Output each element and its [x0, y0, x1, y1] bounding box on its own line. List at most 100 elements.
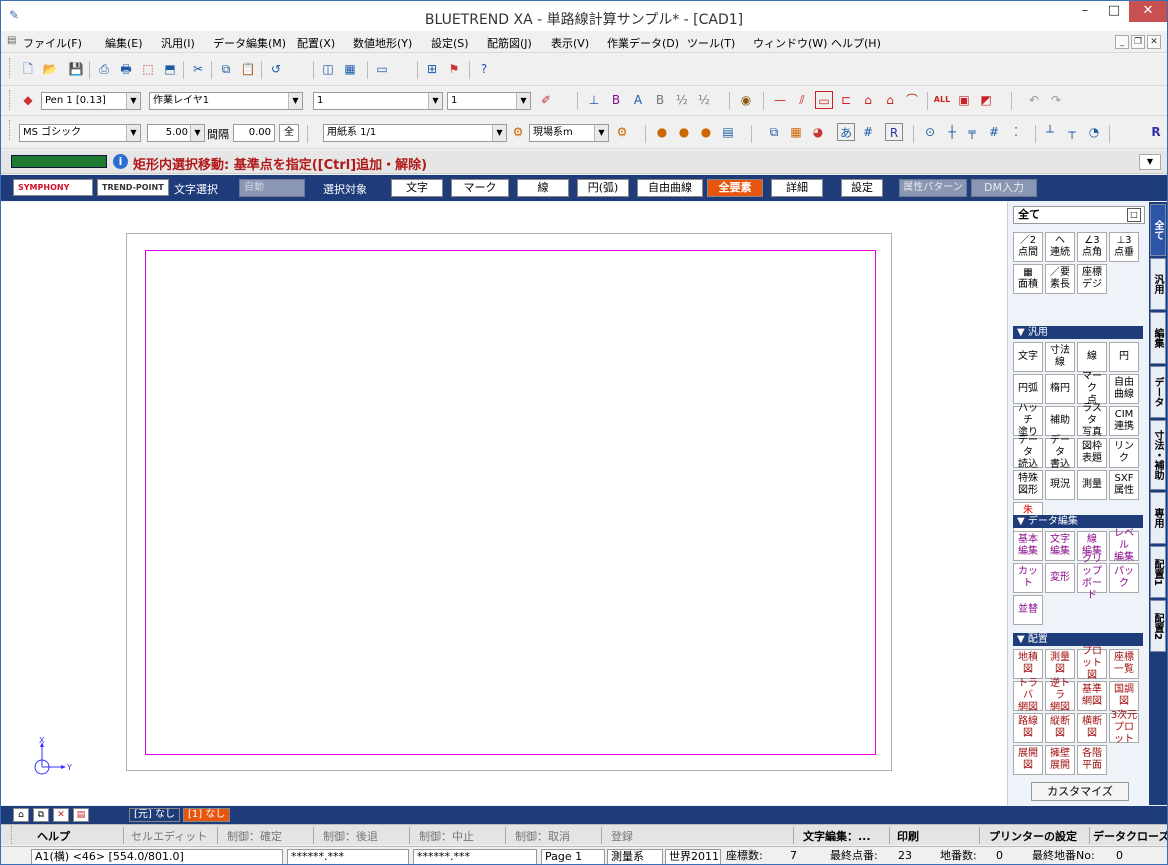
general_buttons-button-14[interactable]: 図枠 表題 — [1077, 438, 1107, 468]
general_buttons-button-8[interactable]: ハッチ 塗り — [1013, 403, 1043, 438]
fkey-confirm[interactable]: 制御：確定 — [227, 828, 282, 844]
fkey-printer-settings[interactable]: プリンターの設定 — [989, 828, 1077, 844]
mdi-minimize-button[interactable]: _ — [1115, 35, 1129, 49]
fkey-text-edit[interactable]: 文字編集：... — [803, 828, 871, 844]
place_buttons-button-9[interactable]: 縦断 図 — [1045, 713, 1075, 743]
font-b-icon[interactable]: B — [651, 91, 669, 109]
menu-help[interactable]: ヘルプ(H) — [831, 35, 881, 51]
snap-circle-icon[interactable]: ⊙ — [921, 123, 939, 141]
menu-tools[interactable]: ツール(T) — [687, 35, 735, 51]
calc-icon[interactable]: ⊞ — [423, 60, 441, 78]
r-icon[interactable]: R — [885, 123, 903, 141]
fkey-abort[interactable]: 制御：中止 — [419, 828, 474, 844]
menu-view[interactable]: 表示(V) — [551, 35, 589, 51]
top_buttons-button-1[interactable]: へ 連続 — [1045, 232, 1075, 262]
tab-all[interactable]: 全て — [1150, 204, 1166, 256]
target-line-button[interactable]: 線 — [517, 179, 569, 197]
hiragana-icon[interactable]: あ — [837, 123, 855, 141]
fkey-data-close[interactable]: データクローズ — [1093, 828, 1167, 844]
text-icon[interactable]: B — [607, 91, 625, 109]
general_buttons-button-15[interactable]: リンク — [1109, 438, 1139, 468]
home-icon[interactable]: ⌂ — [13, 808, 29, 822]
mdi-close-button[interactable]: ✕ — [1147, 35, 1161, 49]
toolbar-grip[interactable] — [9, 58, 12, 78]
drawing-canvas[interactable]: X Y — [1, 202, 1008, 805]
settings-button[interactable]: 設定 — [841, 179, 883, 197]
coord-settings-icon[interactable]: ⚙ — [613, 123, 631, 141]
general_buttons-button-11[interactable]: CIM 連携 — [1109, 406, 1139, 436]
close-button[interactable]: ✕ — [1129, 1, 1167, 22]
house2-icon[interactable]: ⌂ — [881, 91, 899, 109]
half-icon[interactable]: ½ — [695, 91, 713, 109]
coord-select[interactable]: 現場系m ▼ — [529, 124, 609, 142]
mark-icon[interactable]: ◉ — [737, 91, 755, 109]
tab-place1[interactable]: 配置1 — [1150, 546, 1166, 598]
menu-file[interactable]: ファイル(F) — [23, 35, 82, 51]
snap-mid-icon[interactable]: ┬ — [1063, 123, 1081, 141]
detail-button[interactable]: 詳細 — [771, 179, 823, 197]
tab-general[interactable]: 汎用 — [1150, 258, 1166, 310]
general_buttons-button-19[interactable]: SXF 属性 — [1109, 470, 1139, 500]
target-all-button[interactable]: 全要素 — [707, 179, 763, 197]
line-icon[interactable]: — — [771, 91, 789, 109]
open-folder-icon[interactable]: 📂 — [41, 60, 59, 78]
print-preview-icon[interactable]: ⎙ — [95, 60, 113, 78]
fkey-register[interactable]: 登録 — [611, 828, 633, 844]
data_buttons-button-0[interactable]: 基本 編集 — [1013, 531, 1043, 561]
fkey-print[interactable]: 印刷 — [897, 828, 919, 844]
symphony-logo[interactable]: SYMPHONY — [13, 179, 93, 196]
current-layer-label[interactable]: [1] なし — [183, 808, 231, 822]
grid-icon[interactable]: ▦ — [341, 60, 359, 78]
window-list-icon[interactable]: ⧉ — [33, 808, 49, 822]
snap-grid-icon[interactable]: # — [985, 123, 1003, 141]
linetype-select[interactable]: 1 ▼ — [313, 92, 443, 110]
offset-icon[interactable]: ⊏ — [837, 91, 855, 109]
place_buttons-button-5[interactable]: 逆トラ 網図 — [1045, 678, 1075, 713]
top_buttons-button-6[interactable]: 座標 デジ — [1077, 264, 1107, 294]
target-curve-button[interactable]: 自由曲線 — [637, 179, 703, 197]
menu-data-edit[interactable]: データ編集(M) — [213, 35, 286, 51]
snap-end-icon[interactable]: ┴ — [1041, 123, 1059, 141]
fkey-back[interactable]: 制御：後退 — [323, 828, 378, 844]
line-cross-icon[interactable]: ⫽ — [793, 91, 811, 109]
general_buttons-button-7[interactable]: 自由 曲線 — [1109, 374, 1139, 404]
place_buttons-button-0[interactable]: 地積 図 — [1013, 649, 1043, 679]
general_buttons-button-16[interactable]: 特殊 図形 — [1013, 470, 1043, 500]
menu-general[interactable]: 汎用(I) — [161, 35, 195, 51]
general_buttons-button-12[interactable]: データ 読込 — [1013, 435, 1043, 470]
cut-icon[interactable]: ✂ — [189, 60, 207, 78]
paste-icon[interactable]: 📋 — [239, 60, 257, 78]
fkey-help[interactable]: ヘルプ — [37, 828, 70, 844]
toolbar-grip[interactable] — [9, 120, 12, 140]
top_buttons-button-5[interactable]: ／要 素長 — [1045, 264, 1075, 294]
place_buttons-button-1[interactable]: 測量 図 — [1045, 649, 1075, 679]
snap-line-icon[interactable]: ╤ — [963, 123, 981, 141]
dim-icon[interactable]: ⊥ — [585, 91, 603, 109]
data_buttons-button-1[interactable]: 文字 編集 — [1045, 531, 1075, 561]
print-icon[interactable]: 🖶 — [117, 60, 135, 78]
general_buttons-button-3[interactable]: 円 — [1109, 342, 1139, 372]
general_buttons-button-6[interactable]: マーク 点 — [1077, 371, 1107, 406]
origin-layer-label[interactable]: [元] なし — [129, 808, 180, 822]
document-icon[interactable]: ▤ — [7, 35, 16, 46]
layer-select[interactable]: 作業レイヤ1 ▼ — [149, 92, 303, 110]
copy-icon[interactable]: ⧉ — [217, 60, 235, 78]
tab-edit[interactable]: 編集 — [1150, 312, 1166, 364]
minimize-button[interactable]: – — [1071, 1, 1099, 22]
place_buttons-button-11[interactable]: 3次元 プロット — [1109, 710, 1139, 745]
pin-icon[interactable]: □ — [1127, 208, 1141, 222]
target-text-button[interactable]: 文字 — [391, 179, 443, 197]
general_buttons-button-18[interactable]: 測量 — [1077, 470, 1107, 500]
general_buttons-button-4[interactable]: 円弧 — [1013, 374, 1043, 404]
select-icon[interactable]: ◩ — [977, 91, 995, 109]
close-doc-icon[interactable]: ✕ — [53, 808, 69, 822]
menu-settings[interactable]: 設定(S) — [431, 35, 469, 51]
paper-select[interactable]: 用紙系 1/1 ▼ — [323, 124, 507, 142]
maximize-button[interactable]: □ — [1100, 1, 1128, 22]
save-icon[interactable]: 💾 — [67, 60, 85, 78]
full-width-toggle[interactable]: 全 — [279, 124, 299, 142]
place_buttons-button-14[interactable]: 各階 平面 — [1077, 745, 1107, 775]
snap-r-icon[interactable]: R — [1147, 123, 1165, 141]
top_buttons-button-0[interactable]: ／2 点間 — [1013, 232, 1043, 262]
general_buttons-button-0[interactable]: 文字 — [1013, 342, 1043, 372]
